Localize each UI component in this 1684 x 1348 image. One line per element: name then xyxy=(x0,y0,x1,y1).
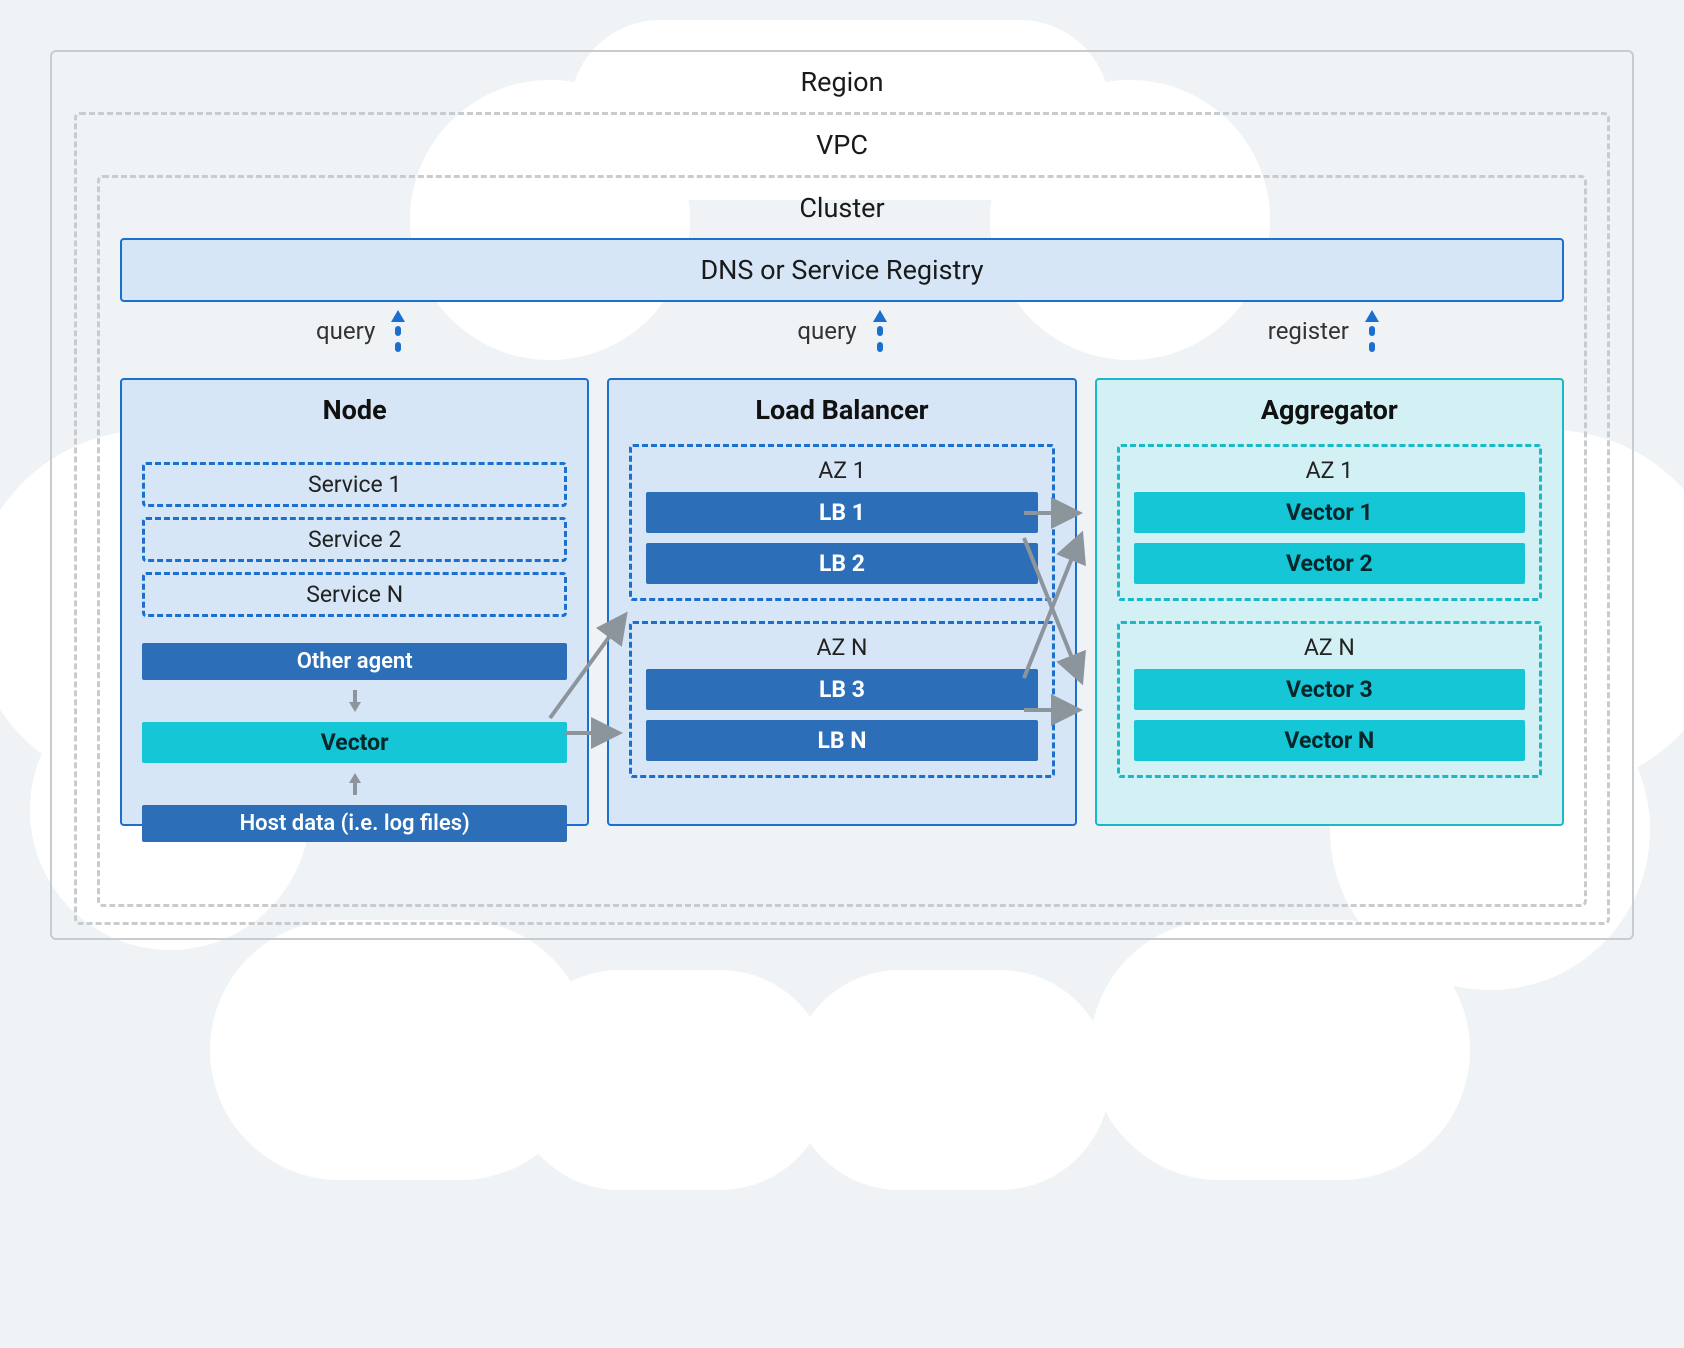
arrow-other-to-vector xyxy=(142,690,567,712)
vector-2: Vector 2 xyxy=(1134,543,1525,584)
node-title: Node xyxy=(142,394,567,426)
region-container: Region VPC Cluster DNS or Service Regist… xyxy=(50,50,1634,940)
dns-service-registry: DNS or Service Registry xyxy=(120,238,1564,302)
lb-1: LB 1 xyxy=(646,492,1037,533)
vpc-title: VPC xyxy=(97,129,1587,161)
arrow-query-left: query xyxy=(120,310,601,372)
arrow-label-query-mid: query xyxy=(797,317,856,345)
service-2: Service 2 xyxy=(142,517,567,562)
dns-arrows-row: query query xyxy=(120,310,1564,372)
vpc-container: VPC Cluster DNS or Service Registry quer… xyxy=(74,112,1610,925)
lb-title: Load Balancer xyxy=(629,394,1054,426)
service-n: Service N xyxy=(142,572,567,617)
aggregator-title: Aggregator xyxy=(1117,394,1542,426)
other-agent-block: Other agent xyxy=(142,643,567,680)
agg-az-1: AZ 1 Vector 1 Vector 2 xyxy=(1117,444,1542,601)
aggregator-column: Aggregator AZ 1 Vector 1 Vector 2 AZ N V xyxy=(1095,378,1564,826)
agg-az-n: AZ N Vector 3 Vector N xyxy=(1117,621,1542,778)
lb-2: LB 2 xyxy=(646,543,1037,584)
lb-3: LB 3 xyxy=(646,669,1037,710)
arrow-up-icon xyxy=(873,310,887,322)
lb-column: Load Balancer AZ 1 LB 1 LB 2 AZ N LB 3 xyxy=(607,378,1076,826)
node-column: Node Service 1 Service 2 Service N Other… xyxy=(120,378,589,826)
vector-1: Vector 1 xyxy=(1134,492,1525,533)
arrow-host-to-vector xyxy=(142,773,567,795)
agg-az-n-title: AZ N xyxy=(1134,634,1525,661)
arrow-label-register: register xyxy=(1268,317,1349,345)
cluster-container: Cluster DNS or Service Registry query xyxy=(97,175,1587,907)
vector-3: Vector 3 xyxy=(1134,669,1525,710)
lb-az-1-title: AZ 1 xyxy=(646,457,1037,484)
columns-row: Node Service 1 Service 2 Service N Other… xyxy=(120,378,1564,826)
arrow-label-query-left: query xyxy=(316,317,375,345)
arrow-register: register xyxy=(1083,310,1564,372)
service-1: Service 1 xyxy=(142,462,567,507)
lb-az-n-title: AZ N xyxy=(646,634,1037,661)
cluster-title: Cluster xyxy=(120,192,1564,224)
lb-az-1: AZ 1 LB 1 LB 2 xyxy=(629,444,1054,601)
lb-n: LB N xyxy=(646,720,1037,761)
host-data-block: Host data (i.e. log files) xyxy=(142,805,567,842)
region-title: Region xyxy=(74,66,1610,98)
arrow-up-icon xyxy=(391,310,405,322)
arrow-up-icon xyxy=(1365,310,1379,322)
vector-n: Vector N xyxy=(1134,720,1525,761)
arrow-query-mid: query xyxy=(601,310,1082,372)
vector-block: Vector xyxy=(142,722,567,763)
agg-az-1-title: AZ 1 xyxy=(1134,457,1525,484)
lb-az-n: AZ N LB 3 LB N xyxy=(629,621,1054,778)
